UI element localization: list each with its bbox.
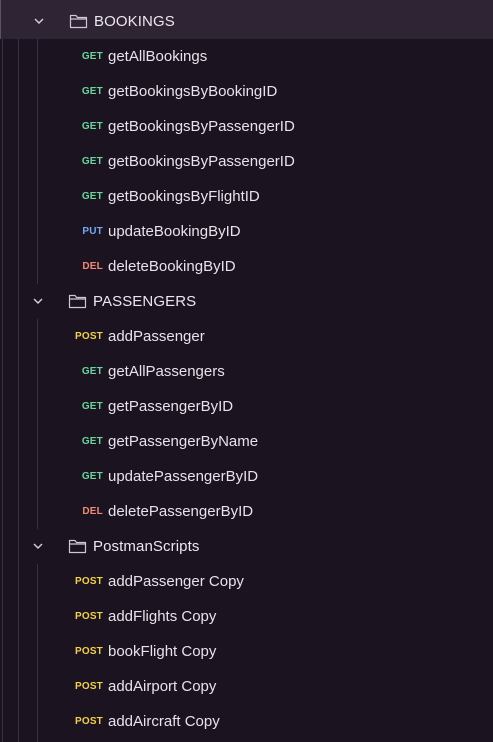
request-item[interactable]: PUT updateBookingByID: [0, 214, 493, 249]
request-name: addFlights Copy: [108, 608, 217, 625]
method-badge-del: DEL: [82, 261, 103, 272]
folder-row-postmanscripts[interactable]: PostmanScripts: [0, 529, 493, 564]
request-name: deletePassengerByID: [108, 503, 254, 520]
request-name: addAirport Copy: [108, 678, 217, 695]
folder-icon: [69, 13, 88, 29]
method-badge-post: POST: [74, 331, 103, 342]
request-name: getPassengerByID: [108, 398, 234, 415]
method-badge-get: GET: [81, 191, 103, 202]
method-badge-get: GET: [81, 401, 103, 412]
folder-row-passengers[interactable]: PASSENGERS: [0, 284, 493, 319]
request-name: getPassengerByName: [108, 433, 259, 450]
request-name: addPassenger: [108, 328, 205, 345]
collection-tree: BOOKINGS GET getAllBookings GET getBookingsB…: [0, 0, 493, 742]
request-item[interactable]: POST addFlights Copy: [0, 599, 493, 634]
request-name: updatePassengerByID: [108, 468, 259, 485]
request-item[interactable]: GET getAllBookings: [0, 39, 493, 74]
method-badge-post: POST: [74, 681, 103, 692]
request-item[interactable]: POST addAircraft Copy: [0, 704, 493, 739]
folder-icon: [68, 538, 87, 554]
method-badge-get: GET: [81, 471, 103, 482]
request-name: getBookingsByPassengerID: [108, 118, 295, 135]
method-badge-put: PUT: [82, 226, 103, 237]
request-item[interactable]: DEL deleteBookingByID: [0, 249, 493, 284]
request-name: addPassenger Copy: [108, 573, 244, 590]
request-name: deleteBookingByID: [108, 258, 236, 275]
folder-label: PASSENGERS: [93, 293, 197, 310]
method-badge-get: GET: [81, 156, 103, 167]
folder-label: BOOKINGS: [94, 13, 175, 30]
request-name: addAircraft Copy: [108, 713, 220, 730]
folder-icon: [68, 293, 87, 309]
request-item[interactable]: GET getPassengerByName: [0, 424, 493, 459]
request-item[interactable]: GET getPassengerByID: [0, 389, 493, 424]
method-badge-get: GET: [81, 366, 103, 377]
request-name: getBookingsByFlightID: [108, 188, 260, 205]
folder-row-bookings[interactable]: BOOKINGS: [0, 0, 493, 39]
request-item[interactable]: GET getBookingsByFlightID: [0, 179, 493, 214]
method-badge-get: GET: [81, 86, 103, 97]
request-item[interactable]: DEL deletePassengerByID: [0, 494, 493, 529]
method-badge-post: POST: [74, 611, 103, 622]
request-name: getBookingsByPassengerID: [108, 153, 295, 170]
chevron-down-icon[interactable]: [31, 539, 45, 553]
chevron-down-icon[interactable]: [32, 14, 46, 28]
request-name: getBookingsByBookingID: [108, 83, 278, 100]
request-item[interactable]: POST addPassenger: [0, 319, 493, 354]
request-item[interactable]: GET getBookingsByPassengerID: [0, 144, 493, 179]
request-item[interactable]: GET updatePassengerByID: [0, 459, 493, 494]
request-item[interactable]: GET getBookingsByBookingID: [0, 74, 493, 109]
request-item[interactable]: POST addPassenger Copy: [0, 564, 493, 599]
request-item[interactable]: GET getBookingsByPassengerID: [0, 109, 493, 144]
chevron-down-icon[interactable]: [31, 294, 45, 308]
request-item[interactable]: GET getAllPassengers: [0, 354, 493, 389]
request-item[interactable]: POST bookFlight Copy: [0, 634, 493, 669]
method-badge-post: POST: [74, 716, 103, 727]
request-item[interactable]: POST addAirport Copy: [0, 669, 493, 704]
folder-label: PostmanScripts: [93, 538, 200, 555]
method-badge-get: GET: [81, 51, 103, 62]
method-badge-post: POST: [74, 646, 103, 657]
request-name: getAllPassengers: [108, 363, 225, 380]
method-badge-get: GET: [81, 436, 103, 447]
request-name: getAllBookings: [108, 48, 208, 65]
method-badge-del: DEL: [82, 506, 103, 517]
method-badge-get: GET: [81, 121, 103, 132]
method-badge-post: POST: [74, 576, 103, 587]
request-name: bookFlight Copy: [108, 643, 217, 660]
request-name: updateBookingByID: [108, 223, 241, 240]
